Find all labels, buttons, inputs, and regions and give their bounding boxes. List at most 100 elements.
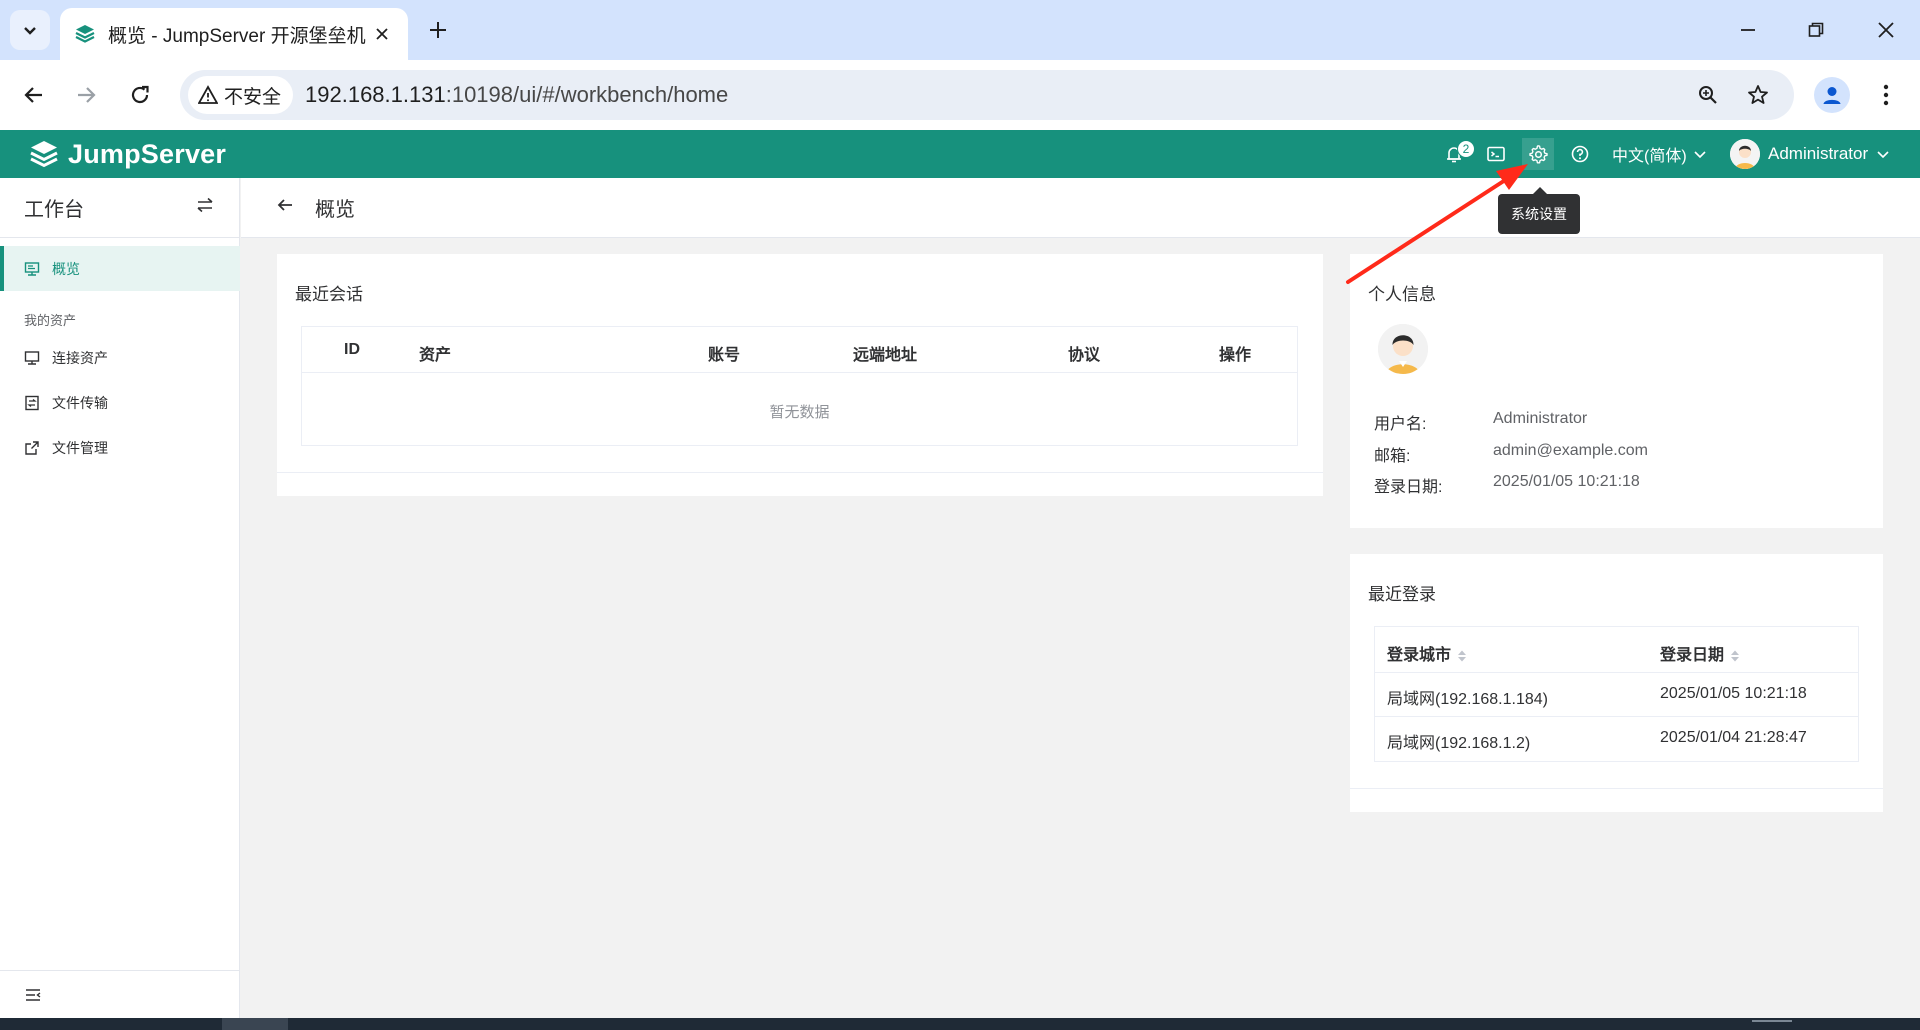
help-icon [1571, 145, 1589, 163]
zoom-button[interactable] [1692, 79, 1724, 111]
zoom-icon [1699, 86, 1717, 104]
column-header: 操作 [1219, 347, 1252, 364]
jumpserver-favicon-icon [74, 23, 96, 45]
swap-icon [197, 197, 213, 213]
column-header: 账号 [708, 347, 741, 364]
browser-tab-active[interactable]: 概览 - JumpServer 开源堡垒机 [60, 8, 408, 60]
warning-icon [198, 85, 218, 104]
column-header-login-date[interactable]: 登录日期 [1660, 641, 1740, 665]
column-header: 协议 [1068, 347, 1101, 364]
arrow-right-icon [78, 87, 96, 103]
avatar [1730, 139, 1760, 169]
close-window-button[interactable] [1866, 12, 1906, 48]
os-taskbar [0, 1018, 1920, 1030]
minimize-icon [1741, 29, 1755, 31]
terminal-icon [1487, 146, 1505, 162]
recent-logins-table: 登录城市 登录日期 局域网(192.168.1.184) 2025/01/05 … [1374, 626, 1859, 762]
sidebar-item-file-manager[interactable]: 文件管理 [0, 425, 240, 470]
arrow-left-icon [24, 87, 42, 103]
sidebar-header: 工作台 [0, 178, 239, 238]
minimize-button[interactable] [1728, 12, 1768, 48]
login-date-field-value: 2025/01/05 10:21:18 [1493, 473, 1640, 490]
notifications-button[interactable]: 2 [1438, 138, 1475, 170]
avatar [1378, 324, 1428, 374]
sidebar-item-label: 连接资产 [52, 349, 108, 366]
chevron-down-icon [24, 27, 36, 35]
arrow-left-icon [277, 199, 292, 211]
browser-toolbar: 不安全 192.168.1.131:10198/ui/#/workbench/h… [0, 60, 1920, 130]
person-icon [1823, 87, 1841, 104]
sidebar-item-overview[interactable]: 概览 [0, 246, 240, 291]
sidebar-collapse-button[interactable] [0, 970, 240, 1018]
notification-badge: 2 [1457, 140, 1475, 158]
column-header: ID [344, 341, 360, 358]
sidebar-item-label: 概览 [52, 260, 80, 277]
external-link-icon [25, 440, 39, 455]
language-select[interactable]: 中文(简体) [1612, 138, 1707, 170]
swap-view-button[interactable] [195, 195, 215, 220]
restore-icon [1808, 22, 1824, 37]
more-vertical-icon [1883, 84, 1889, 106]
sort-icon [1458, 650, 1467, 662]
security-chip[interactable]: 不安全 [188, 76, 294, 114]
recent-sessions-table: ID 资产 账号 远端地址 协议 操作 暂无数据 [301, 326, 1298, 446]
column-header: 资产 [419, 347, 452, 364]
tab-title: 概览 - JumpServer 开源堡垒机 [108, 25, 366, 47]
sidebar: 工作台 概览 我的资产 连接资产 文件传输 文件管理 [0, 178, 240, 1018]
table-header-row: ID 资产 账号 远端地址 协议 操作 [302, 327, 1297, 373]
collapse-menu-icon [26, 988, 41, 1001]
chevron-down-icon [1694, 151, 1706, 159]
back-button[interactable] [14, 75, 54, 115]
gear-icon [1529, 145, 1548, 164]
table-row: 局域网(192.168.1.184) 2025/01/05 10:21:18 [1375, 673, 1858, 717]
address-bar[interactable]: 不安全 192.168.1.131:10198/ui/#/workbench/h… [180, 70, 1794, 120]
browser-profile-button[interactable] [1814, 77, 1850, 113]
table-row: 局域网(192.168.1.2) 2025/01/04 21:28:47 [1375, 717, 1858, 761]
browser-menu-button[interactable] [1868, 77, 1904, 113]
help-button[interactable] [1564, 138, 1596, 170]
tab-search-button[interactable] [10, 10, 50, 50]
tooltip-arrow [1533, 187, 1547, 194]
sidebar-title: 工作台 [24, 199, 84, 221]
sidebar-item-connect-assets[interactable]: 连接资产 [0, 335, 240, 380]
close-icon [1878, 22, 1894, 38]
restore-button[interactable] [1796, 12, 1836, 48]
chevron-down-icon [1877, 151, 1889, 159]
file-transfer-icon [25, 395, 39, 410]
monitor-icon [24, 350, 40, 365]
username-label: Administrator [1768, 144, 1869, 163]
sidebar-group-my-assets: 我的资产 [24, 313, 77, 328]
system-settings-button[interactable] [1522, 138, 1554, 170]
email-field-label: 邮箱: [1374, 448, 1411, 465]
page-header: 概览 [241, 178, 1920, 238]
bookmark-button[interactable] [1742, 79, 1774, 111]
browser-tabstrip: 概览 - JumpServer 开源堡垒机 [0, 0, 1920, 60]
reload-button[interactable] [120, 75, 160, 115]
table-header-row: 登录城市 登录日期 [1375, 627, 1858, 673]
jumpserver-logo[interactable]: JumpServer [28, 136, 226, 172]
web-terminal-button[interactable] [1480, 138, 1512, 170]
sidebar-item-file-transfer[interactable]: 文件传输 [0, 380, 240, 425]
logo-icon [30, 141, 58, 168]
tab-close-icon[interactable] [370, 22, 394, 46]
url-text[interactable]: 192.168.1.131:10198/ui/#/workbench/home [305, 82, 728, 108]
login-date-cell: 2025/01/04 21:28:47 [1660, 729, 1807, 746]
forward-button[interactable] [66, 75, 106, 115]
recent-logins-card: 最近登录 登录城市 登录日期 局域网(192.168.1.184) 2025/0… [1350, 554, 1883, 812]
taskbar-item[interactable] [222, 1018, 288, 1030]
column-header-login-city[interactable]: 登录城市 [1387, 641, 1467, 665]
sidebar-item-label: 文件管理 [52, 439, 108, 456]
plus-icon [430, 22, 446, 38]
back-arrow-button[interactable] [275, 195, 295, 220]
recent-logins-title: 最近登录 [1368, 585, 1436, 604]
email-field-value: admin@example.com [1493, 442, 1648, 459]
card-footer [277, 472, 1323, 496]
profile-title: 个人信息 [1368, 285, 1436, 304]
user-menu[interactable]: Administrator [1730, 136, 1890, 172]
new-tab-button[interactable] [422, 14, 454, 46]
taskbar-clock [1752, 1020, 1792, 1026]
column-header: 远端地址 [853, 347, 918, 364]
login-city-cell: 局域网(192.168.1.2) [1387, 735, 1531, 752]
star-icon [1748, 85, 1768, 104]
recent-sessions-title: 最近会话 [295, 285, 363, 304]
